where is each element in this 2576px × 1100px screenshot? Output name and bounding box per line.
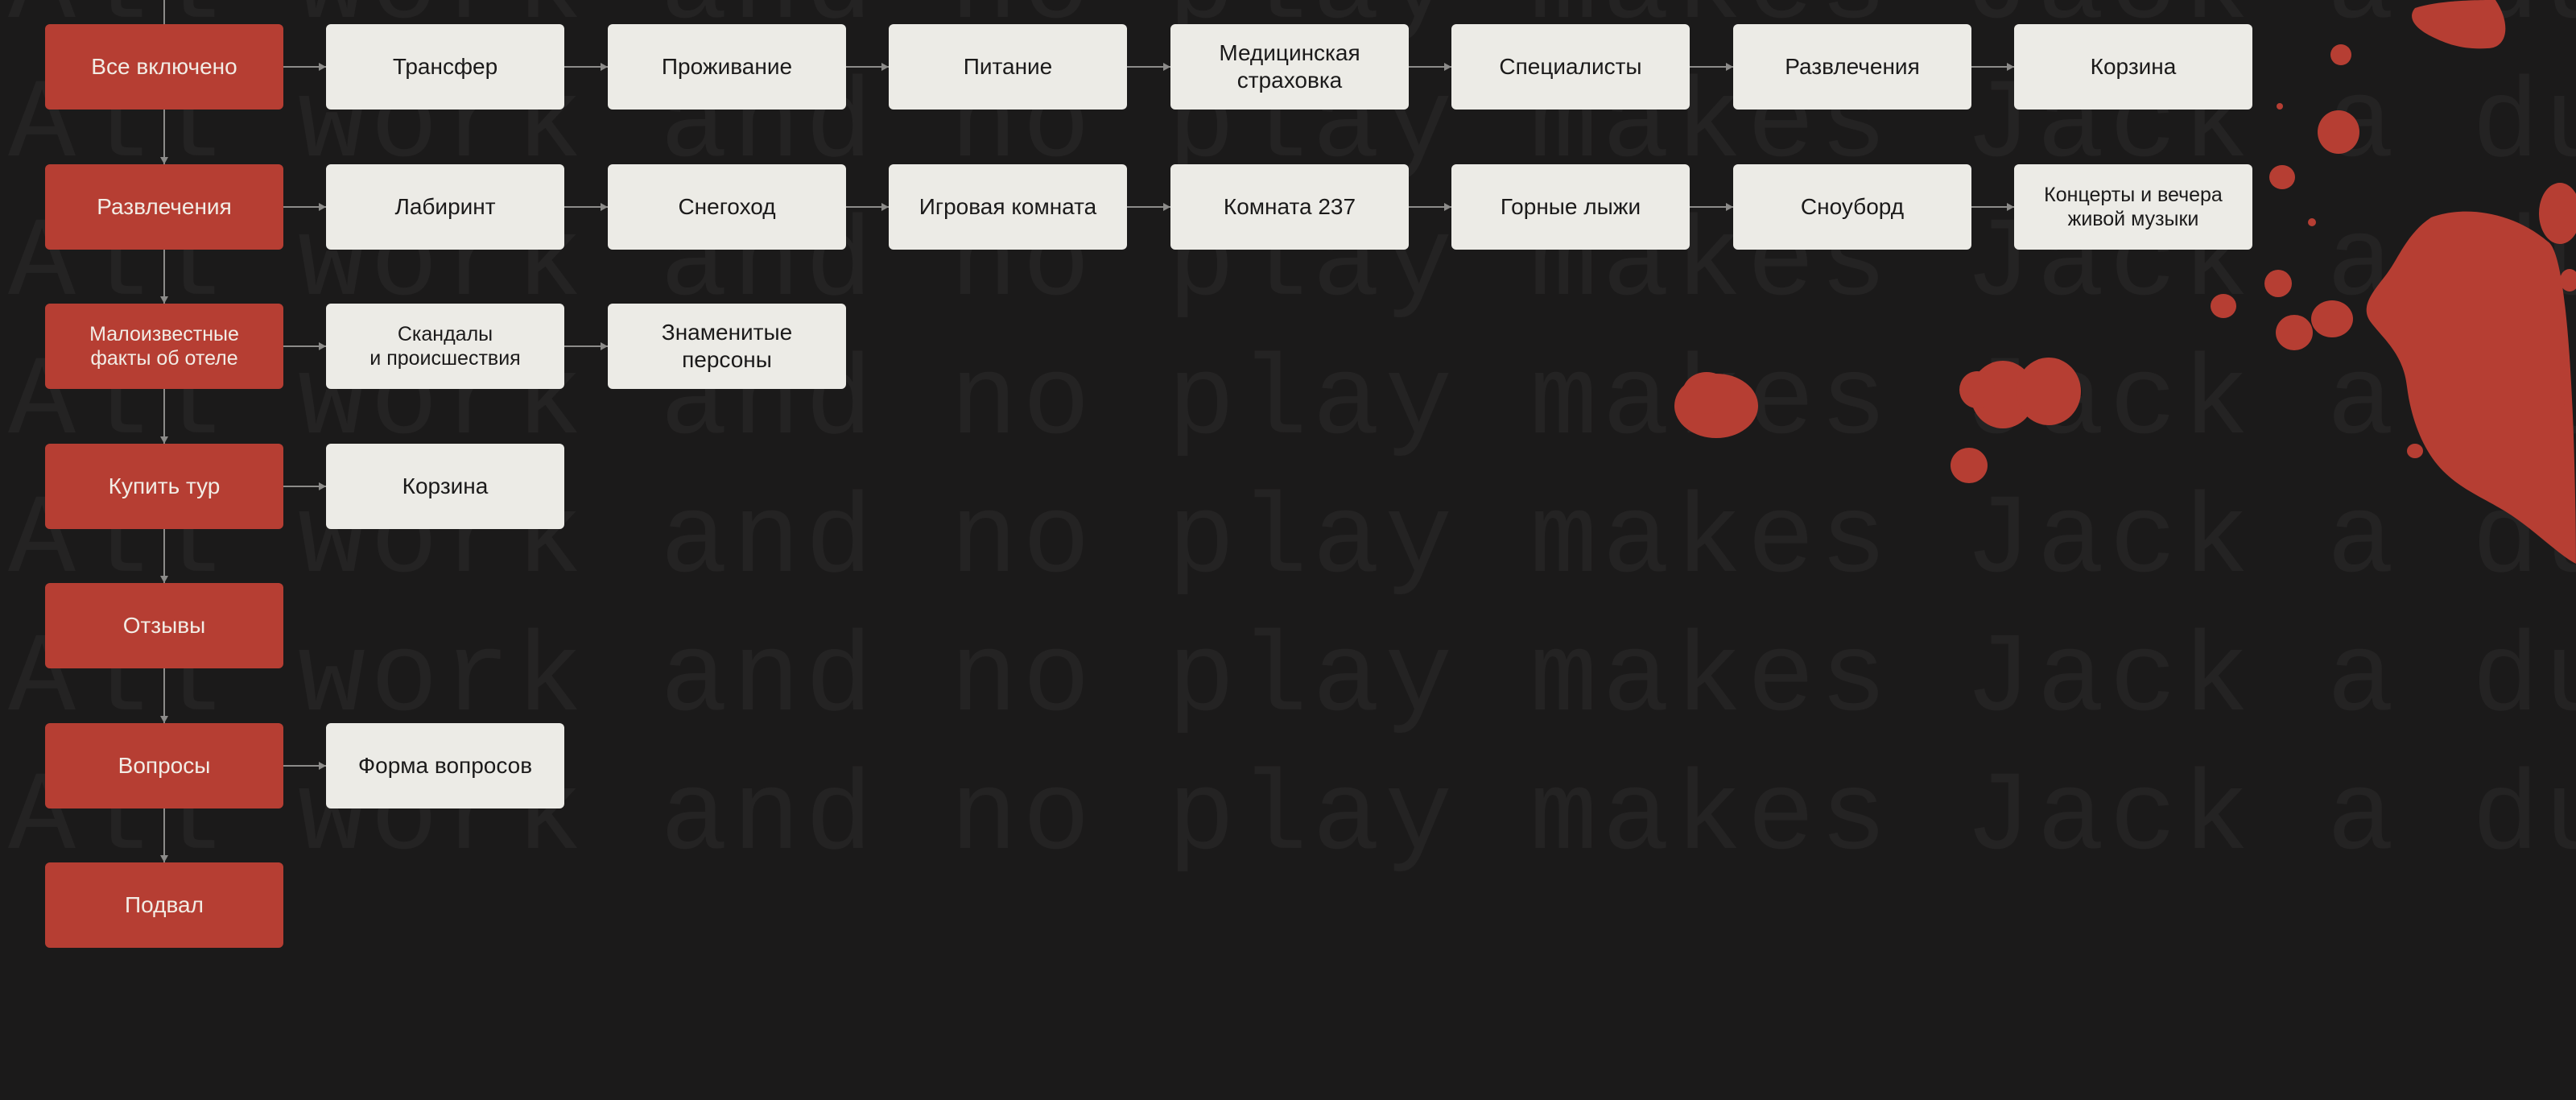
node-label: Проживание bbox=[661, 53, 793, 79]
node-label: Знаменитые персоны bbox=[661, 319, 793, 372]
child-node-лабиринт[interactable]: Лабиринт bbox=[326, 164, 564, 250]
node-label: Развлечения bbox=[1785, 53, 1920, 79]
child-node-игровая-комната[interactable]: Игровая комната bbox=[889, 164, 1127, 250]
child-node-комната-237[interactable]: Комната 237 bbox=[1170, 164, 1409, 250]
node-label: Сноуборд bbox=[1800, 193, 1905, 219]
child-node-питание[interactable]: Питание bbox=[889, 24, 1127, 110]
node-label: Трансфер bbox=[392, 53, 498, 79]
child-node-снегоход[interactable]: Снегоход bbox=[608, 164, 846, 250]
main-node-2[interactable]: Развлечения bbox=[45, 164, 283, 250]
main-node-5[interactable]: Отзывы bbox=[45, 583, 283, 668]
main-node-3[interactable]: Малоизвестные факты об отеле bbox=[45, 304, 283, 389]
node-label: Купить тур bbox=[108, 473, 221, 498]
node-label: Лабиринт bbox=[394, 193, 496, 219]
node-label: Комната 237 bbox=[1223, 193, 1356, 219]
main-node-6[interactable]: Вопросы bbox=[45, 723, 283, 808]
node-label: Форма вопросов bbox=[357, 752, 533, 778]
child-node-концерты-и-вечера-живой-музыки[interactable]: Концерты и вечера живой музыки bbox=[2014, 164, 2252, 250]
node-label: Подвал bbox=[125, 891, 204, 917]
node-label: Все включено bbox=[91, 53, 237, 79]
node-label: Горные лыжи bbox=[1500, 193, 1641, 219]
node-label: Скандалы и происшествия bbox=[369, 322, 521, 370]
sitemap-diagram: Все включено Трансфер Проживание Питание Мед… bbox=[0, 0, 2576, 1100]
child-node-проживание[interactable]: Проживание bbox=[608, 24, 846, 110]
node-label: Медицинская страховка bbox=[1219, 39, 1360, 93]
node-label: Корзина bbox=[2090, 53, 2177, 79]
node-label: Снегоход bbox=[678, 193, 776, 219]
node-label: Вопросы bbox=[118, 752, 211, 778]
child-node-корзина[interactable]: Корзина bbox=[2014, 24, 2252, 110]
child-node-корзина[interactable]: Корзина bbox=[326, 444, 564, 529]
main-node-7[interactable]: Подвал bbox=[45, 862, 283, 948]
child-node-медицинская-страховка[interactable]: Медицинская страховка bbox=[1170, 24, 1409, 110]
child-node-развлечения[interactable]: Развлечения bbox=[1733, 24, 1971, 110]
child-node-горные-лыжи[interactable]: Горные лыжи bbox=[1451, 164, 1690, 250]
node-label: Концерты и вечера живой музыки bbox=[2044, 183, 2223, 231]
main-node-1[interactable]: Все включено bbox=[45, 24, 283, 110]
node-label: Малоизвестные факты об отеле bbox=[89, 322, 239, 370]
child-node-трансфер[interactable]: Трансфер bbox=[326, 24, 564, 110]
child-node-скандалы-и-происшествия[interactable]: Скандалы и происшествия bbox=[326, 304, 564, 389]
node-label: Питание bbox=[963, 53, 1053, 79]
node-label: Специалисты bbox=[1499, 53, 1642, 79]
main-node-4[interactable]: Купить тур bbox=[45, 444, 283, 529]
node-label: Отзывы bbox=[122, 612, 206, 638]
child-node-специалисты[interactable]: Специалисты bbox=[1451, 24, 1690, 110]
child-node-знаменитые-персоны[interactable]: Знаменитые персоны bbox=[608, 304, 846, 389]
child-node-форма-вопросов[interactable]: Форма вопросов bbox=[326, 723, 564, 808]
child-node-сноуборд[interactable]: Сноуборд bbox=[1733, 164, 1971, 250]
node-label: Развлечения bbox=[97, 193, 232, 219]
node-label: Корзина bbox=[402, 473, 489, 498]
node-label: Игровая комната bbox=[919, 193, 1097, 219]
